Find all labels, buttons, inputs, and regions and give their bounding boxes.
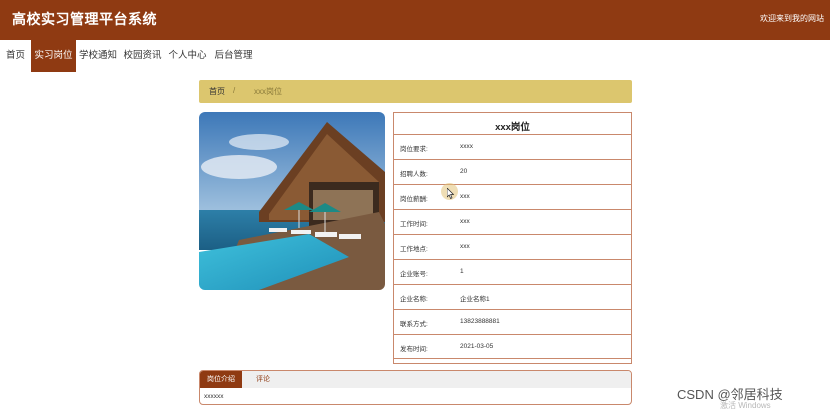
detail-label: 招聘人数:	[400, 171, 428, 178]
tab-comments[interactable]: 评论	[250, 371, 276, 388]
detail-row: 工作地点: xxx	[394, 234, 631, 259]
detail-value: 企业名称1	[460, 296, 490, 303]
detail-value: xxx	[460, 243, 470, 250]
nav-item-internship-jobs[interactable]: 实习岗位	[31, 40, 76, 72]
nav-item-personal-center[interactable]: 个人中心	[165, 40, 210, 72]
detail-row: 岗位薪酬: xxx	[394, 184, 631, 209]
site-header: 高校实习管理平台系统 欢迎来到我的网站	[0, 0, 830, 40]
detail-row: 企业名称: 企业名称1	[394, 284, 631, 309]
detail-row: 工作时间: xxx	[394, 209, 631, 234]
tab-job-intro[interactable]: 岗位介绍	[200, 371, 242, 388]
job-title: xxx岗位	[495, 122, 530, 133]
detail-label: 岗位薪酬:	[400, 196, 428, 203]
detail-label: 工作时间:	[400, 221, 428, 228]
detail-row: 联系方式: 13823888881	[394, 309, 631, 334]
tabs-panel: 岗位介绍 评论 xxxxxx	[199, 370, 632, 405]
breadcrumb-separator: /	[233, 86, 236, 95]
detail-row: 发布时间: 2021-03-05	[394, 334, 631, 359]
job-details-panel: xxx岗位 岗位要求: xxxx 招聘人数: 20 岗位薪酬: xxx 工作时间…	[393, 112, 632, 364]
job-photo	[199, 112, 385, 290]
main-nav: 首页 实习岗位 学校通知 校园资讯 个人中心 后台管理	[0, 40, 830, 72]
breadcrumb-home[interactable]: 首页	[209, 86, 225, 97]
detail-label: 企业名称:	[400, 296, 428, 303]
mouse-cursor-icon	[447, 188, 454, 199]
house-pool-photo-icon	[199, 112, 385, 290]
detail-label: 企业账号:	[400, 271, 428, 278]
breadcrumb-current: xxx岗位	[254, 87, 282, 96]
nav-item-home[interactable]: 首页	[0, 40, 31, 72]
nav-item-campus-news[interactable]: 校园资讯	[120, 40, 165, 72]
detail-value: xxxx	[460, 143, 473, 150]
site-title: 高校实习管理平台系统	[12, 11, 157, 27]
welcome-text: 欢迎来到我的网站	[760, 14, 824, 23]
nav-item-admin[interactable]: 后台管理	[210, 40, 257, 72]
detail-value: xxx	[460, 218, 470, 225]
detail-row: 招聘人数: 20	[394, 159, 631, 184]
detail-label: 联系方式:	[400, 321, 428, 328]
tab-content: xxxxxx	[204, 393, 224, 400]
windows-activation-watermark: 激活 Windows	[720, 401, 771, 410]
detail-label: 发布时间:	[400, 346, 428, 353]
breadcrumb: 首页 / xxx岗位	[199, 80, 632, 103]
detail-row: 岗位要求: xxxx	[394, 134, 631, 159]
detail-value: 1	[460, 268, 464, 275]
detail-value: 2021-03-05	[460, 343, 494, 350]
detail-label: 岗位要求:	[400, 146, 428, 153]
detail-label: 工作地点:	[400, 246, 428, 253]
nav-item-school-notices[interactable]: 学校通知	[76, 40, 120, 72]
detail-row: 企业账号: 1	[394, 259, 631, 284]
tabs-bar: 岗位介绍 评论	[200, 371, 631, 388]
detail-value: xxx	[460, 193, 470, 200]
detail-value: 20	[460, 168, 468, 175]
detail-value: 13823888881	[460, 318, 500, 325]
